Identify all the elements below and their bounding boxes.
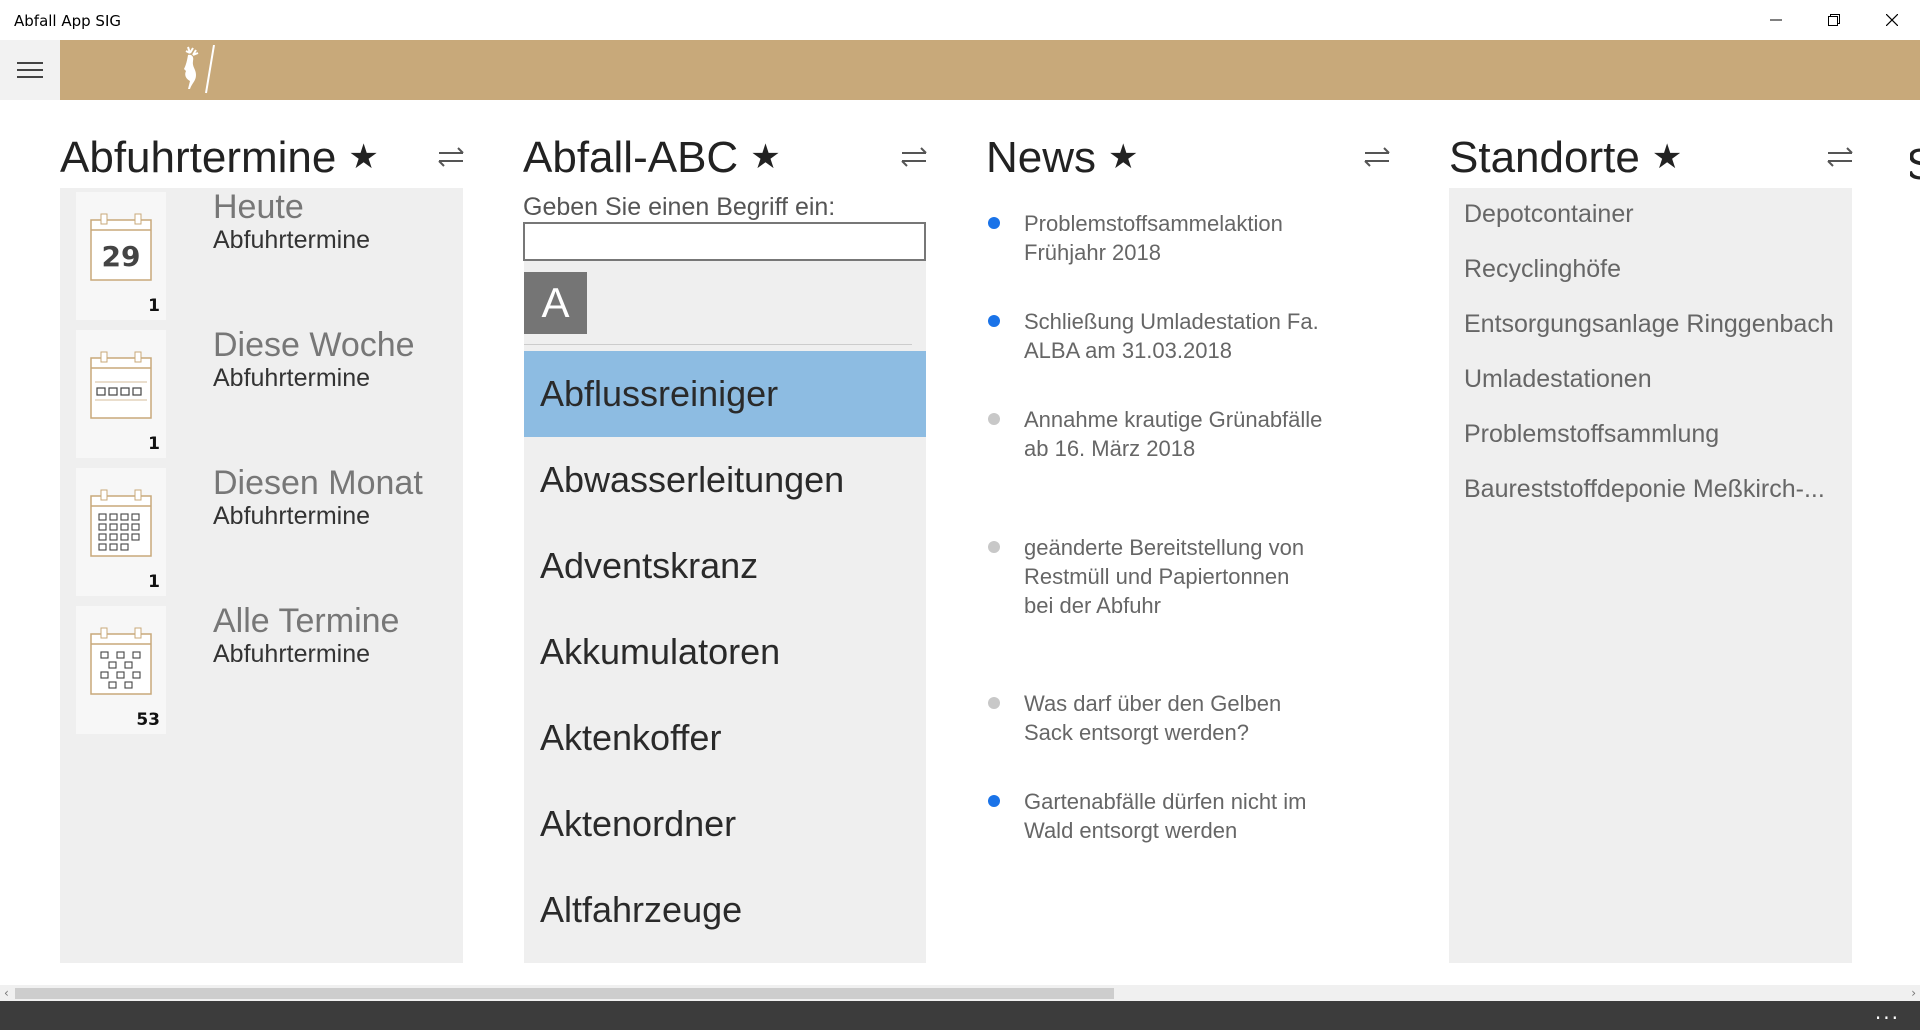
letter-group-header[interactable]: A: [524, 272, 587, 334]
calendar-day-number: 29: [102, 240, 141, 273]
tile-count: 1: [148, 434, 160, 454]
close-button[interactable]: [1864, 0, 1920, 40]
tile-heute-name[interactable]: Heute: [213, 188, 304, 227]
calendar-month-icon: [90, 489, 152, 557]
swap-arrows-icon[interactable]: [899, 145, 929, 169]
panel-title-standorte[interactable]: Standorte ★: [1449, 133, 1682, 183]
news-item[interactable]: Schließung Umladestation Fa. ALBA am 31.…: [1024, 307, 1324, 365]
calendar-week-icon: [90, 351, 152, 419]
abc-list-item[interactable]: Aktenkoffer: [524, 695, 926, 781]
abc-list-item[interactable]: Altfahrzeuge: [524, 867, 926, 953]
panel-title-news[interactable]: News ★: [986, 133, 1139, 183]
standorte-title-text: Standorte: [1449, 133, 1640, 182]
tile-diese-woche-name[interactable]: Diese Woche: [213, 326, 415, 365]
window-title-bar: Abfall App SIG: [0, 0, 1920, 40]
news-item[interactable]: geänderte Bereitstellung von Restmüll un…: [1024, 533, 1324, 620]
app-header: [0, 40, 1920, 100]
news-item[interactable]: Problemstoffsammelaktion Frühjahr 2018: [1024, 209, 1324, 267]
tile-diesen-monat-name[interactable]: Diesen Monat: [213, 464, 423, 503]
scroll-right-icon[interactable]: ›: [1911, 985, 1916, 1001]
hamburger-icon: [17, 62, 43, 78]
news-item[interactable]: Was darf über den Gelben Sack entsorgt w…: [1024, 689, 1324, 747]
minimize-button[interactable]: [1748, 0, 1804, 40]
panel-title-abc[interactable]: Abfall-ABC ★: [523, 133, 781, 183]
standort-item[interactable]: Baureststoffdeponie Meßkirch-...: [1464, 475, 1825, 504]
news-title-text: News: [986, 133, 1097, 182]
abc-list-item[interactable]: Adventskranz: [524, 523, 926, 609]
abc-list-item[interactable]: Aktenordner: [524, 781, 926, 867]
tile-diese-woche-icon[interactable]: 1: [76, 330, 166, 458]
tile-alle-termine-sub: Abfuhrtermine: [213, 640, 371, 668]
next-panel-peek: S: [1910, 140, 1920, 180]
restore-button[interactable]: [1806, 0, 1862, 40]
news-item[interactable]: Gartenabfälle dürfen nicht im Wald entso…: [1024, 787, 1324, 845]
deer-logo-icon: [184, 45, 215, 94]
tile-diesen-monat-icon[interactable]: 1: [76, 468, 166, 596]
standort-item[interactable]: Recyclinghöfe: [1464, 255, 1621, 284]
favorite-star-icon[interactable]: ★: [1108, 138, 1138, 176]
abc-divider: [524, 344, 912, 345]
tile-diesen-monat-sub: Abfuhrtermine: [213, 502, 371, 530]
unread-dot-icon: [988, 795, 1000, 807]
panel-title-abfuhrtermine[interactable]: Abfuhrtermine ★: [60, 133, 379, 183]
swap-arrows-icon[interactable]: [436, 145, 466, 169]
unread-dot-icon: [988, 217, 1000, 229]
standort-item[interactable]: Entsorgungsanlage Ringgenbach: [1464, 310, 1834, 339]
standort-item[interactable]: Umladestationen: [1464, 365, 1652, 394]
favorite-star-icon[interactable]: ★: [348, 138, 378, 176]
abc-search-input[interactable]: [523, 222, 926, 261]
read-dot-icon: [988, 541, 1000, 553]
unread-dot-icon: [988, 315, 1000, 327]
abc-title-text: Abfall-ABC: [523, 133, 739, 182]
favorite-star-icon[interactable]: ★: [750, 138, 780, 176]
swap-arrows-icon[interactable]: [1825, 145, 1855, 169]
favorite-star-icon[interactable]: ★: [1652, 138, 1682, 176]
swap-arrows-icon[interactable]: [1362, 145, 1392, 169]
tile-heute-sub: Abfuhrtermine: [213, 226, 371, 254]
read-dot-icon: [988, 413, 1000, 425]
tile-alle-termine-name[interactable]: Alle Termine: [213, 602, 399, 641]
hamburger-button[interactable]: [0, 40, 60, 100]
abc-list-item[interactable]: Abwasserleitungen: [524, 437, 926, 523]
abfuhrtermine-title-text: Abfuhrtermine: [60, 133, 337, 182]
tile-count: 53: [136, 710, 160, 730]
standort-item[interactable]: Problemstoffsammlung: [1464, 420, 1719, 449]
news-item[interactable]: Annahme krautige Grünabfälle ab 16. März…: [1024, 405, 1324, 463]
window-title: Abfall App SIG: [14, 12, 121, 30]
abc-search-label: Geben Sie einen Begriff ein:: [523, 193, 836, 221]
more-button[interactable]: ...: [1875, 1001, 1900, 1023]
calendar-all-icon: [90, 627, 152, 695]
restore-icon: [1828, 14, 1840, 26]
tile-count: 1: [148, 296, 160, 316]
close-icon: [1886, 14, 1898, 26]
tile-alle-termine-icon[interactable]: 53: [76, 606, 166, 734]
standorte-panel: [1449, 188, 1852, 963]
tile-diese-woche-sub: Abfuhrtermine: [213, 364, 371, 392]
standort-item[interactable]: Depotcontainer: [1464, 200, 1634, 229]
abc-list-item[interactable]: Akkumulatoren: [524, 609, 926, 695]
horizontal-scrollbar[interactable]: ‹ ›: [0, 985, 1920, 1001]
bottom-app-bar: ...: [0, 1001, 1920, 1030]
scrollbar-thumb[interactable]: [15, 988, 1114, 999]
minimize-icon: [1770, 19, 1782, 21]
scroll-left-icon[interactable]: ‹: [4, 985, 9, 1001]
read-dot-icon: [988, 697, 1000, 709]
tile-count: 1: [148, 572, 160, 592]
calendar-day-icon: 29: [90, 213, 152, 281]
abc-list-item[interactable]: Abflussreiniger: [524, 351, 926, 437]
tile-heute-icon[interactable]: 29 1: [76, 192, 166, 320]
